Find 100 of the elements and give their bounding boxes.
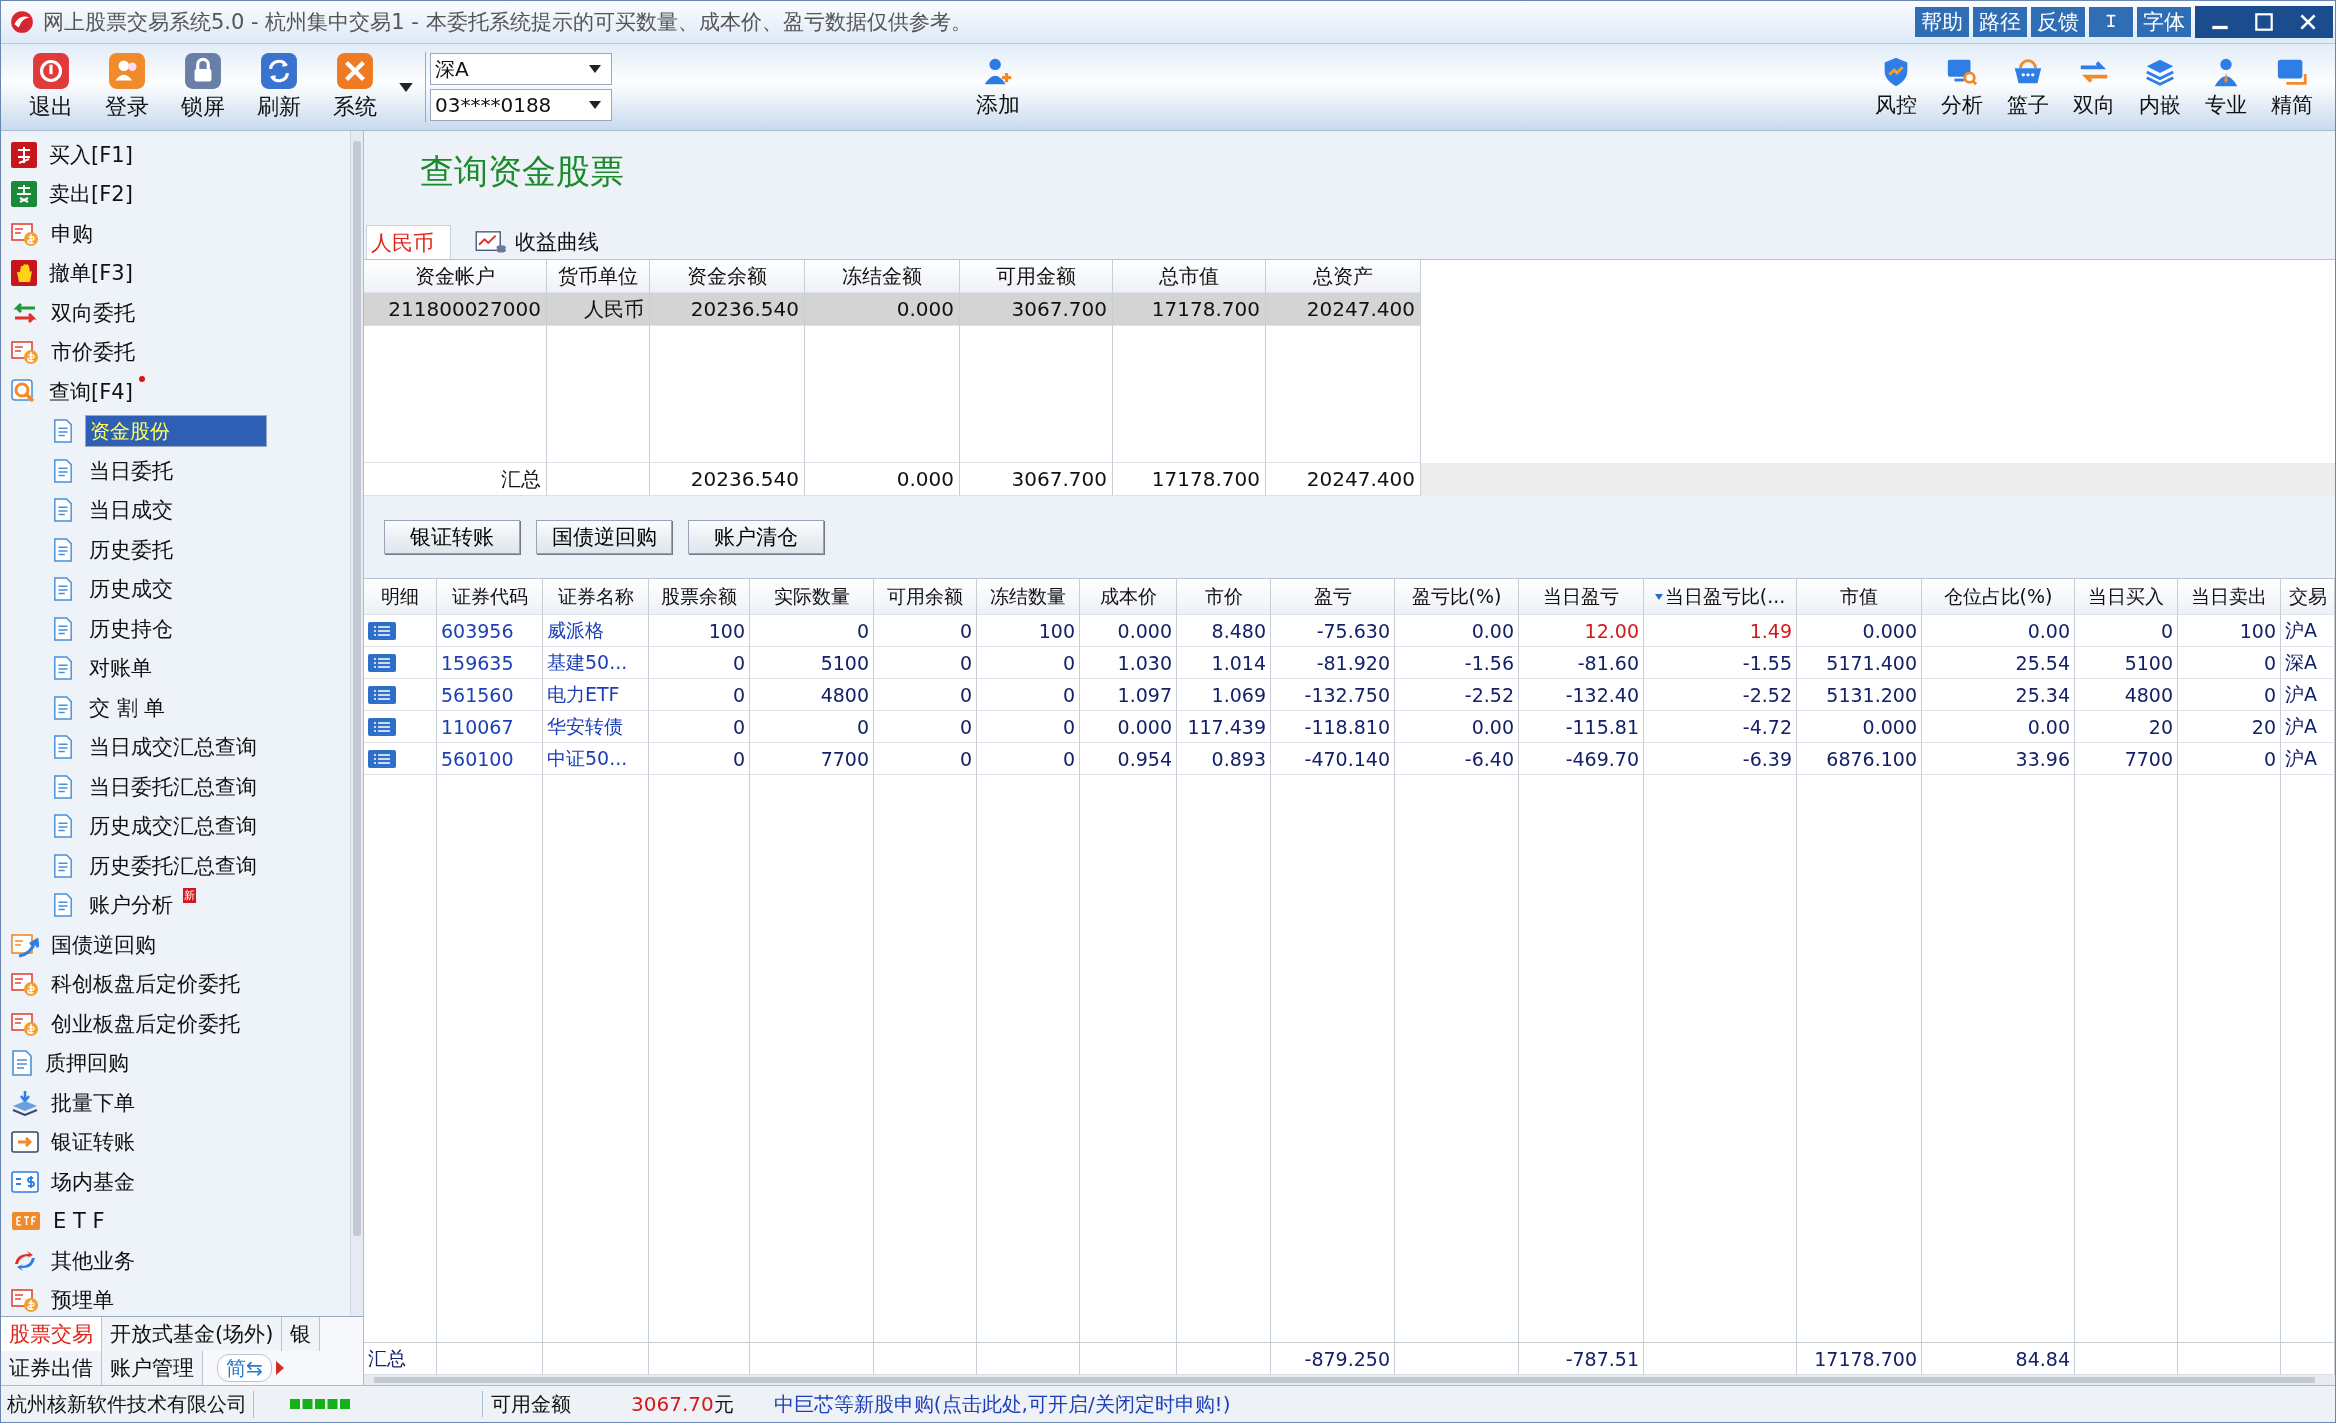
tree-item[interactable]: 撤单[F3]: [45, 257, 137, 290]
column-header[interactable]: 冻结金额: [805, 260, 960, 293]
pin-button[interactable]: [2089, 7, 2133, 37]
tree-item[interactable]: 银证转账: [47, 1126, 139, 1159]
tree-item[interactable]: 场内基金: [47, 1165, 139, 1198]
column-header[interactable]: 盈亏比(%): [1395, 579, 1519, 615]
tree-subitem[interactable]: 历史持仓: [85, 612, 177, 645]
action-button[interactable]: 国债逆回购: [536, 520, 672, 554]
column-header[interactable]: 可用金额: [960, 260, 1113, 293]
tree-subitem[interactable]: 历史委托: [85, 533, 177, 566]
column-header[interactable]: 股票余额: [649, 579, 750, 615]
bottom-tab[interactable]: 账户管理: [102, 1351, 203, 1385]
column-header[interactable]: 证券名称: [543, 579, 649, 615]
tree-item[interactable]: 批量下单: [47, 1086, 139, 1119]
toolbar-button[interactable]: 风控: [1863, 55, 1929, 119]
scrollbar[interactable]: [350, 131, 363, 1316]
column-header[interactable]: 成本价: [1080, 579, 1177, 615]
tree-item[interactable]: 买入[F1]: [45, 138, 137, 171]
toolbar-button[interactable]: 退出: [13, 52, 89, 122]
detail-list-icon[interactable]: [368, 749, 396, 768]
column-header[interactable]: 当日盈亏: [1519, 579, 1644, 615]
column-header[interactable]: 货币单位: [547, 260, 650, 293]
table-cell: -118.810: [1271, 711, 1395, 743]
column-header[interactable]: 当日买入: [2075, 579, 2178, 615]
column-header[interactable]: 市价: [1177, 579, 1271, 615]
tree-subitem[interactable]: 交 割 单: [85, 691, 170, 724]
tree-item[interactable]: 申购: [47, 217, 97, 250]
column-header[interactable]: 实际数量: [750, 579, 874, 615]
tree-subitem[interactable]: 对账单: [85, 652, 156, 685]
tree-item[interactable]: 预埋单: [47, 1284, 118, 1316]
bottom-tab[interactable]: 银: [282, 1317, 321, 1351]
toolbar-button[interactable]: 精简: [2259, 55, 2325, 119]
tree-subitem[interactable]: 账户分析: [85, 889, 177, 922]
column-header[interactable]: 可用余额: [874, 579, 977, 615]
tree-subitem[interactable]: 历史委托汇总查询: [85, 849, 261, 882]
toggle-button[interactable]: 简⇆: [217, 1354, 272, 1382]
market-select[interactable]: 深A: [430, 53, 612, 85]
tree-item[interactable]: 市价委托: [47, 336, 139, 369]
title-button[interactable]: 路径: [1973, 7, 2027, 37]
toolbar-button[interactable]: 系统: [317, 52, 393, 122]
tree-item[interactable]: 质押回购: [41, 1047, 133, 1080]
column-header[interactable]: 总资产: [1266, 260, 1421, 293]
currency-tab[interactable]: 人民币: [366, 225, 451, 259]
tree-item[interactable]: E T F: [49, 1207, 109, 1236]
add-button[interactable]: 添加: [959, 54, 1036, 120]
tree-item[interactable]: 双向委托: [47, 296, 139, 329]
maximize-icon[interactable]: [2253, 11, 2275, 33]
column-header[interactable]: 仓位占比(%): [1922, 579, 2075, 615]
action-button[interactable]: 账户清仓: [688, 520, 824, 554]
toolbar-button[interactable]: 篮子: [1995, 55, 2061, 119]
title-button[interactable]: 帮助: [1915, 7, 1969, 37]
tree-subitem[interactable]: 历史成交汇总查询: [85, 810, 261, 843]
detail-list-icon[interactable]: [368, 621, 396, 640]
tree-item[interactable]: 国债逆回购: [47, 928, 160, 961]
detail-list-icon[interactable]: [368, 717, 396, 736]
column-header[interactable]: 总市值: [1113, 260, 1266, 293]
title-button[interactable]: 反馈: [2031, 7, 2085, 37]
toolbar-button[interactable]: 登录: [89, 52, 165, 122]
table-cell: 20: [2178, 711, 2281, 743]
dropdown-arrow-icon[interactable]: [399, 82, 413, 92]
toolbar-button[interactable]: 锁屏: [165, 52, 241, 122]
column-header[interactable]: 明细: [364, 579, 437, 615]
column-header[interactable]: 盈亏: [1271, 579, 1395, 615]
tree-item[interactable]: 查询[F4]: [45, 375, 137, 408]
tree-subitem[interactable]: 当日委托汇总查询: [85, 770, 261, 803]
scroll-right-icon[interactable]: [275, 1361, 284, 1375]
toolbar-button[interactable]: 内嵌: [2127, 55, 2193, 119]
bottom-tab[interactable]: 证券出借: [1, 1351, 102, 1385]
column-header[interactable]: 当日卖出: [2178, 579, 2281, 615]
hand-icon: [11, 260, 37, 287]
tree-subitem[interactable]: 当日委托: [85, 454, 177, 487]
account-select[interactable]: 03****0188: [430, 89, 612, 121]
tree-item[interactable]: 其他业务: [47, 1244, 139, 1277]
tree-item[interactable]: 创业板盘后定价委托: [47, 1007, 244, 1040]
column-header[interactable]: 证券代码: [437, 579, 543, 615]
toolbar-button[interactable]: 双向: [2061, 55, 2127, 119]
detail-list-icon[interactable]: [368, 685, 396, 704]
column-header[interactable]: 资金余额: [650, 260, 805, 293]
title-button[interactable]: 字体: [2137, 7, 2191, 37]
detail-list-icon[interactable]: [368, 653, 396, 672]
column-header[interactable]: 资金帐户: [364, 260, 547, 293]
toolbar-button[interactable]: 分析: [1929, 55, 1995, 119]
chart-tab[interactable]: 收益曲线: [471, 225, 615, 259]
tree-item[interactable]: 科创板盘后定价委托: [47, 968, 244, 1001]
column-header[interactable]: 交易: [2281, 579, 2335, 615]
column-header[interactable]: 当日盈亏比(...: [1644, 579, 1797, 615]
tree-item[interactable]: 卖出[F2]: [45, 178, 137, 211]
tree-subitem[interactable]: 当日成交汇总查询: [85, 731, 261, 764]
toolbar-button[interactable]: 专业: [2193, 55, 2259, 119]
horizontal-scrollbar[interactable]: [364, 1375, 2335, 1385]
bottom-tab[interactable]: 开放式基金(场外): [102, 1317, 283, 1351]
bottom-tab[interactable]: 股票交易: [1, 1317, 102, 1351]
toolbar-button[interactable]: 刷新: [241, 52, 317, 122]
tree-subitem[interactable]: 当日成交: [85, 494, 177, 527]
column-header[interactable]: 市值: [1797, 579, 1922, 615]
tree-subitem[interactable]: 历史成交: [85, 573, 177, 606]
column-header[interactable]: 冻结数量: [977, 579, 1080, 615]
tree-subitem[interactable]: 资金股份: [85, 415, 267, 448]
ipo-notice-link[interactable]: 中巨芯等新股申购(点击此处,可开启/关闭定时申购!): [773, 1390, 1231, 1418]
action-button[interactable]: 银证转账: [384, 520, 520, 554]
